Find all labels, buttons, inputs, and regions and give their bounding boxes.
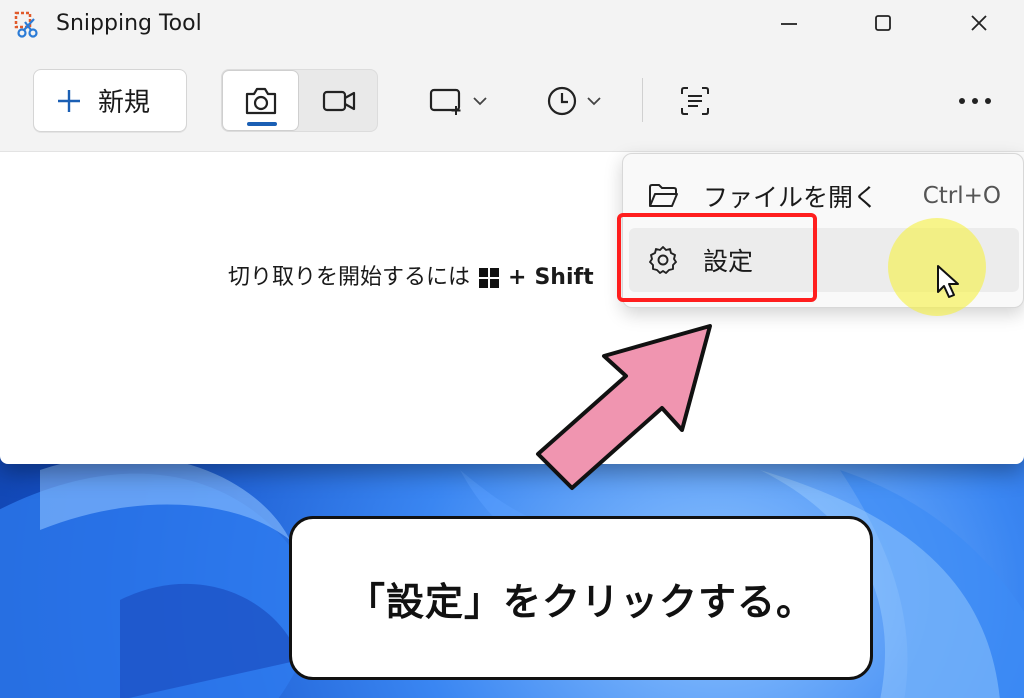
instruction-caption: 「設定」をクリックする。: [289, 516, 873, 680]
maximize-button[interactable]: [858, 4, 908, 42]
maximize-icon: [875, 15, 891, 31]
camera-icon: [245, 87, 276, 114]
video-mode-button[interactable]: [300, 70, 377, 131]
chevron-down-icon: [473, 97, 487, 106]
pointing-arrow: [536, 324, 712, 490]
close-button[interactable]: [954, 4, 1004, 42]
window-title: Snipping Tool: [56, 11, 202, 36]
snipping-tool-icon: [12, 10, 42, 40]
menu-item-shortcut: Ctrl+O: [922, 183, 1001, 209]
hint-plus: +: [508, 265, 527, 290]
clock-icon: [547, 86, 577, 116]
minimize-icon: [781, 23, 797, 25]
more-options-button[interactable]: [948, 72, 1002, 130]
more-dots-icon: [959, 98, 991, 104]
titlebar-toolbar-area: Snipping Tool 新規: [0, 0, 1024, 152]
text-actions-button[interactable]: [668, 72, 722, 130]
start-snip-hint: 切り取りを開始するには + Shift: [228, 262, 594, 294]
menu-item-label: ファイルを開く: [703, 183, 879, 212]
toolbar-divider: [642, 78, 643, 122]
snip-shape-dropdown[interactable]: [420, 72, 496, 130]
rectangle-snip-icon: [429, 88, 461, 115]
new-snip-button[interactable]: 新規: [33, 69, 187, 132]
mouse-pointer-icon: [936, 264, 962, 304]
screenshot-mode-button[interactable]: [222, 70, 299, 131]
minimize-button[interactable]: [764, 4, 814, 42]
delay-timer-dropdown[interactable]: [536, 72, 612, 130]
video-camera-icon: [322, 90, 355, 111]
close-icon: [971, 15, 987, 31]
windows-key-icon: [479, 268, 500, 288]
chevron-down-icon: [587, 97, 601, 106]
folder-open-icon: [647, 180, 679, 212]
hint-text: 切り取りを開始するには: [228, 265, 471, 290]
text-actions-icon: [681, 87, 709, 115]
plus-icon: [58, 89, 80, 112]
selected-mode-indicator: [247, 122, 277, 126]
settings-highlight-box: [617, 213, 817, 302]
new-snip-label: 新規: [98, 88, 151, 118]
caption-text: 「設定」をクリックする。: [346, 579, 815, 624]
hint-shift-key: Shift: [534, 265, 594, 290]
